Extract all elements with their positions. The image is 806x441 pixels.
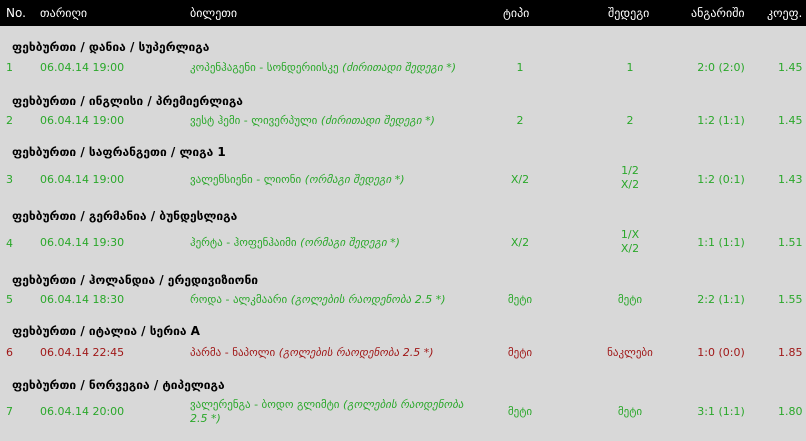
section-title: ფეხბურთი / საფრანგეთი / ლიგა 1 xyxy=(12,145,226,159)
header-date: თარიღი xyxy=(40,6,88,20)
row-date: 06.04.14 18:30 xyxy=(40,293,125,306)
row-match: კოპენჰაგენი - სონდერიისკე (ძირითადი შედე… xyxy=(190,61,456,74)
table-header: No. თარიღი ბილეთი ტიპი შედეგი ანგარიში კ… xyxy=(0,0,806,26)
row-number: 3 xyxy=(6,173,13,186)
header-type: ტიპი xyxy=(503,6,530,20)
row-score: 1:1 (1:1) xyxy=(697,236,745,249)
table-row: 6 06.04.14 22:45 პარმა - ნაპოლი (გოლების… xyxy=(0,340,806,374)
row-date: 06.04.14 19:30 xyxy=(40,236,125,249)
header-ticket: ბილეთი xyxy=(190,6,238,20)
row-score: 1:2 (1:1) xyxy=(697,114,745,127)
table-row: 2 06.04.14 19:00 ვესტ ჰემი - ლივერპული (… xyxy=(0,110,806,144)
row-date: 06.04.14 19:00 xyxy=(40,114,125,127)
row-number: 4 xyxy=(6,237,13,250)
bet-hint: (გოლების რაოდენობა 2.5 *) xyxy=(290,293,446,306)
row-coef: 1.43 xyxy=(778,173,803,186)
row-date: 06.04.14 19:00 xyxy=(40,61,125,74)
header-score: ანგარიში xyxy=(691,6,745,20)
row-result: მეტი xyxy=(617,293,643,306)
row-match: ჰერტა - ჰოფენჰაიმი (ორმაგი შედეგი *) xyxy=(190,236,400,249)
row-type: 2 xyxy=(516,114,524,127)
row-number: 2 xyxy=(6,114,13,127)
row-result-line-1: 1/2 xyxy=(621,164,639,177)
row-result-line-1: 1/X xyxy=(620,228,640,241)
row-coef: 1.80 xyxy=(778,405,803,418)
row-coef: 1.85 xyxy=(778,346,803,359)
row-type: X/2 xyxy=(510,236,530,249)
table-row: 5 06.04.14 18:30 როდა - ალკმაარი (გოლები… xyxy=(0,289,806,323)
row-result-line-2: X/2 xyxy=(620,178,640,191)
row-score: 3:1 (1:1) xyxy=(697,405,745,418)
bet-history-table: No. თარიღი ბილეთი ტიპი შედეგი ანგარიში კ… xyxy=(0,0,806,441)
row-number: 1 xyxy=(6,61,13,74)
match-name: პარმა - ნაპოლი xyxy=(190,346,276,359)
bet-hint: (გოლების რაოდენობა 2.5 *) xyxy=(278,346,434,359)
row-coef: 1.51 xyxy=(778,236,803,249)
bet-hint: (ძირითადი შედეგი *) xyxy=(342,61,457,74)
header-no: No. xyxy=(6,6,26,20)
row-score: 2:2 (1:1) xyxy=(697,293,745,306)
match-name: ვალენსიენი - ლიონი xyxy=(190,173,302,186)
row-match: ვესტ ჰემი - ლივერპული (ძირითადი შედეგი *… xyxy=(190,114,435,127)
row-number: 5 xyxy=(6,293,13,306)
row-match: ვალერენგა - ბოდო გლიმტი (გოლების რაოდენო… xyxy=(190,398,463,411)
row-type: მეტი xyxy=(507,405,533,418)
table-row: 1 06.04.14 19:00 კოპენჰაგენი - სონდერიის… xyxy=(0,56,806,90)
row-date: 06.04.14 20:00 xyxy=(40,405,125,418)
section-title: ფეხბურთი / ჰოლანდია / ერედივიზიონი xyxy=(12,273,259,287)
row-result: ნაკლები xyxy=(607,346,653,359)
bet-hint: (გოლების რაოდენობა xyxy=(342,398,464,411)
row-score: 1:0 (0:0) xyxy=(697,346,745,359)
section-title: ფეხბურთი / ნორვეგია / ტიპელიგა xyxy=(12,378,225,392)
row-score: 1:2 (0:1) xyxy=(697,173,745,186)
row-date: 06.04.14 19:00 xyxy=(40,173,125,186)
section-title: ფეხბურთი / ინგლისი / პრემიერლიგა xyxy=(12,94,243,108)
header-coef: კოეფ. xyxy=(767,6,803,20)
table-row: 4 06.04.14 19:30 ჰერტა - ჰოფენჰაიმი (ორმ… xyxy=(0,226,806,260)
bet-hint: (ორმაგი შედეგი *) xyxy=(300,236,400,249)
row-result: 2 xyxy=(626,114,634,127)
row-result: მეტი xyxy=(617,405,643,418)
row-match: როდა - ალკმაარი (გოლების რაოდენობა 2.5 *… xyxy=(190,293,446,306)
match-name: კოპენჰაგენი - სონდერიისკე xyxy=(190,61,339,74)
bet-hint: (ძირითადი შედეგი *) xyxy=(320,114,435,127)
row-coef: 1.45 xyxy=(778,61,803,74)
row-score: 2:0 (2:0) xyxy=(697,61,745,74)
row-coef: 1.45 xyxy=(778,114,803,127)
row-type: მეტი xyxy=(507,346,533,359)
row-match: პარმა - ნაპოლი (გოლების რაოდენობა 2.5 *) xyxy=(190,346,433,359)
match-name: ვალერენგა - ბოდო გლიმტი xyxy=(190,398,340,411)
header-result: შედეგი xyxy=(608,6,650,20)
row-result: 1 xyxy=(626,61,634,74)
match-name: ჰერტა - ჰოფენჰაიმი xyxy=(190,236,297,249)
table-row: 3 06.04.14 19:00 ვალენსიენი - ლიონი (ორმ… xyxy=(0,162,806,196)
row-type: 1 xyxy=(516,61,524,74)
section-title: ფეხბურთი / გერმანია / ბუნდესლიგა xyxy=(12,209,238,223)
bet-hint: (ორმაგი შედეგი *) xyxy=(304,173,405,186)
row-type: X/2 xyxy=(510,173,530,186)
section-title: ფეხბურთი / იტალია / სერია A xyxy=(12,324,200,338)
bet-hint-line-2: 2.5 *) xyxy=(190,412,221,425)
row-type: მეტი xyxy=(507,293,533,306)
row-date: 06.04.14 22:45 xyxy=(40,346,125,359)
row-number: 6 xyxy=(6,346,13,359)
match-name: როდა - ალკმაარი xyxy=(190,293,288,306)
table-row: 7 06.04.14 20:00 ვალერენგა - ბოდო გლიმტი… xyxy=(0,396,806,430)
section-title: ფეხბურთი / დანია / სუპერლიგა xyxy=(12,40,210,54)
match-name: ვესტ ჰემი - ლივერპული xyxy=(190,114,318,127)
row-number: 7 xyxy=(6,405,13,418)
row-result-line-2: X/2 xyxy=(620,242,640,255)
row-coef: 1.55 xyxy=(778,293,803,306)
row-match: ვალენსიენი - ლიონი (ორმაგი შედეგი *) xyxy=(190,173,405,186)
